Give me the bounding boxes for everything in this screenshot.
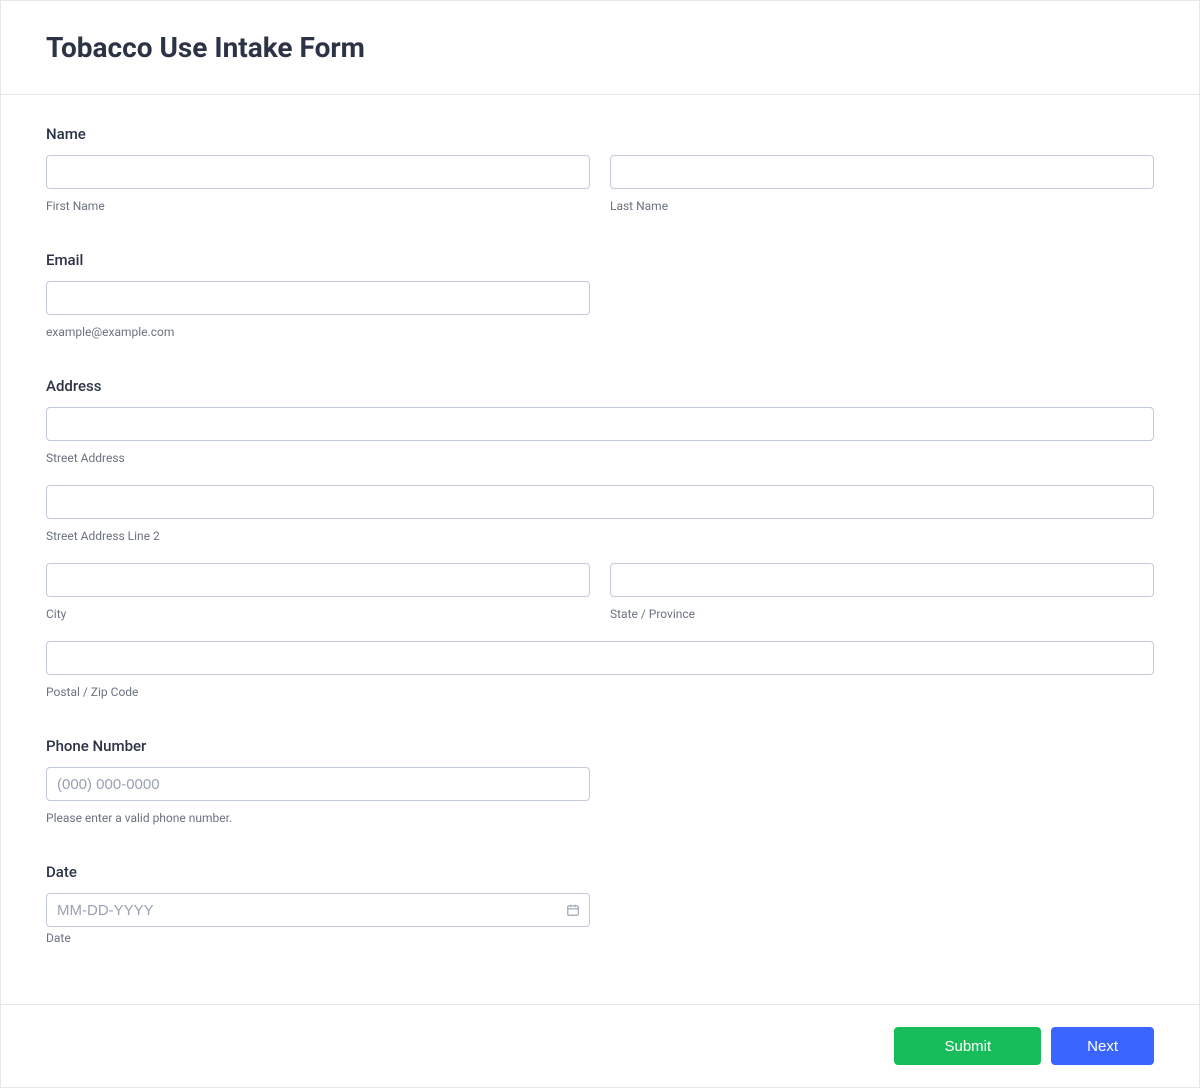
last-name-input[interactable] (610, 155, 1154, 189)
name-field-group: Name First Name Last Name (46, 125, 1154, 213)
street-address-2-input[interactable] (46, 485, 1154, 519)
phone-field-group: Phone Number Please enter a valid phone … (46, 737, 1154, 825)
state-input[interactable] (610, 563, 1154, 597)
first-name-input[interactable] (46, 155, 590, 189)
submit-button[interactable]: Submit (894, 1027, 1041, 1065)
street-address-2-sublabel: Street Address Line 2 (46, 529, 1154, 543)
address-label: Address (46, 377, 1154, 395)
first-name-sublabel: First Name (46, 199, 590, 213)
form-footer: Submit Next (1, 1004, 1199, 1087)
phone-sublabel: Please enter a valid phone number. (46, 811, 590, 825)
phone-label: Phone Number (46, 737, 1154, 755)
state-sublabel: State / Province (610, 607, 1154, 621)
email-input[interactable] (46, 281, 590, 315)
form-container: Tobacco Use Intake Form Name First Name … (0, 0, 1200, 1088)
city-input[interactable] (46, 563, 590, 597)
date-input[interactable] (46, 893, 590, 927)
postal-input[interactable] (46, 641, 1154, 675)
postal-sublabel: Postal / Zip Code (46, 685, 1154, 699)
city-sublabel: City (46, 607, 590, 621)
email-label: Email (46, 251, 1154, 269)
email-sublabel: example@example.com (46, 325, 590, 339)
email-field-group: Email example@example.com (46, 251, 1154, 339)
phone-input[interactable] (46, 767, 590, 801)
page-title: Tobacco Use Intake Form (46, 31, 1154, 64)
name-label: Name (46, 125, 1154, 143)
date-sublabel: Date (46, 931, 71, 945)
date-label: Date (46, 863, 1154, 881)
form-body: Name First Name Last Name Email example@… (1, 95, 1199, 1004)
street-address-sublabel: Street Address (46, 451, 1154, 465)
last-name-sublabel: Last Name (610, 199, 1154, 213)
address-field-group: Address Street Address Street Address Li… (46, 377, 1154, 699)
next-button[interactable]: Next (1051, 1027, 1154, 1065)
date-field-group: Date Date (46, 863, 1154, 946)
form-header: Tobacco Use Intake Form (1, 1, 1199, 95)
street-address-input[interactable] (46, 407, 1154, 441)
